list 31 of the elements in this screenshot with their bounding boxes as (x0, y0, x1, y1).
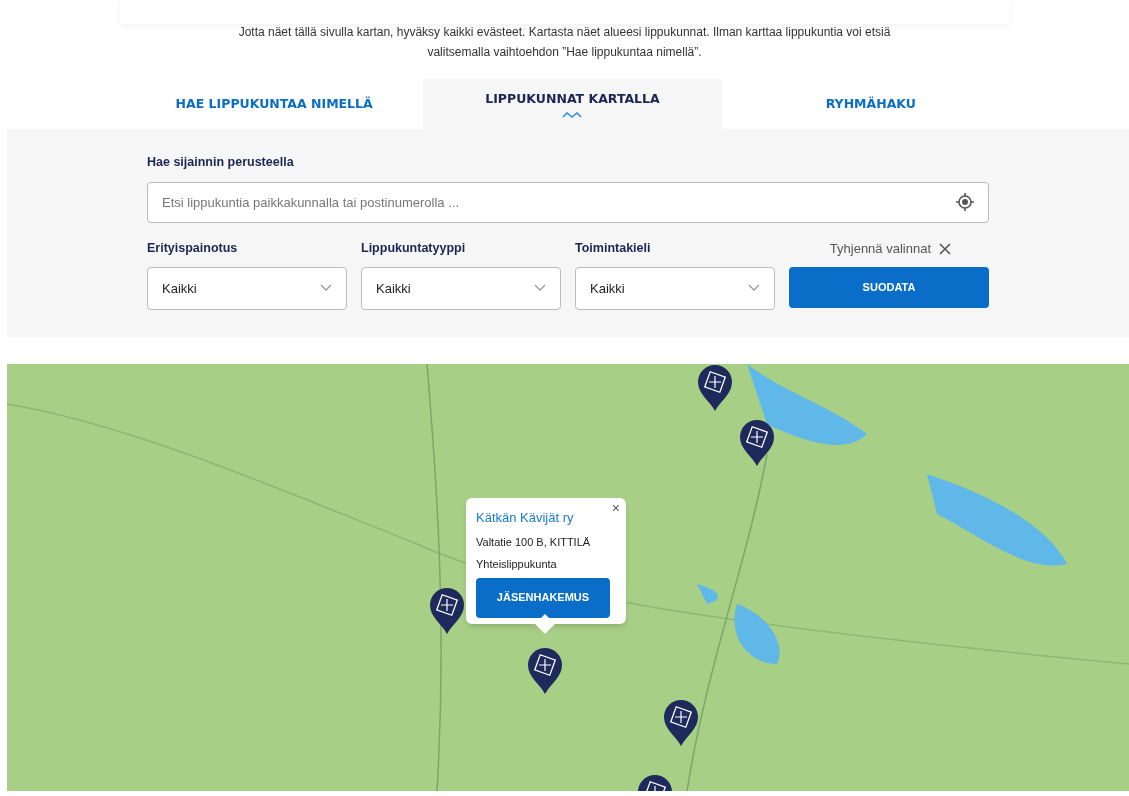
chevron-down-icon (320, 284, 332, 293)
clear-selections-button[interactable]: Tyhjennä valinnat (829, 238, 951, 259)
filter-label: Erityispainotus (147, 239, 239, 257)
filter-label: Lippukuntatyyppi (361, 239, 467, 257)
map-marker-icon[interactable] (429, 587, 465, 635)
map-marker-icon[interactable] (527, 647, 563, 695)
tab[interactable]: LIPPUKUNNAT KARTALLA (423, 79, 722, 129)
lake-shape (734, 604, 780, 664)
filter-dropdown[interactable]: Kaikki (147, 266, 347, 310)
map-marker-icon[interactable] (697, 364, 733, 412)
map-marker-icon[interactable] (663, 699, 699, 747)
filter-label: Toimintakieli (575, 239, 652, 257)
filter-dropdown[interactable]: Kaikki (575, 266, 775, 310)
field-label: Hae sijainnin perusteella (147, 154, 295, 171)
close-icon (939, 242, 951, 255)
intro-text: Jotta näet tällä sivulla kartan, hyväksy kaikki evästeet. Kartasta näet alueesi lippukunnat. Ilman karttaa lippukuntia voi etsiä valitsemalla vaihtoehdon ”Hae lippukuntaa nimellä”. (237, 24, 892, 61)
locate-icon[interactable] (955, 191, 975, 212)
map-area[interactable]: × Kätkän Kävijät ry Valtatie 100 B, KITTILÄ Yhteislippukunta JÄSENHAKEMUS (7, 364, 1129, 791)
popup-address: Valtatie 100 B, KITTILÄ (476, 534, 592, 550)
popup-title: Kätkän Kävijät ry (476, 509, 575, 527)
filter-submit-button[interactable]: SUODATA (789, 266, 989, 308)
chevron-down-icon (748, 284, 760, 293)
filter-dropdown[interactable]: Kaikki (361, 266, 561, 310)
location-search-field[interactable]: Etsi lippukuntia paikkakunnalla tai postinumerolla ... (147, 181, 989, 223)
lake-shape (697, 584, 718, 604)
membership-application-button[interactable]: JÄSENHAKEMUS (476, 577, 610, 618)
map-marker-icon[interactable] (739, 419, 775, 467)
wave-underline-icon (562, 112, 583, 119)
popup-close-button[interactable]: × (611, 498, 620, 519)
chevron-down-icon (534, 284, 546, 293)
popup-type: Yhteislippukunta (476, 557, 558, 572)
